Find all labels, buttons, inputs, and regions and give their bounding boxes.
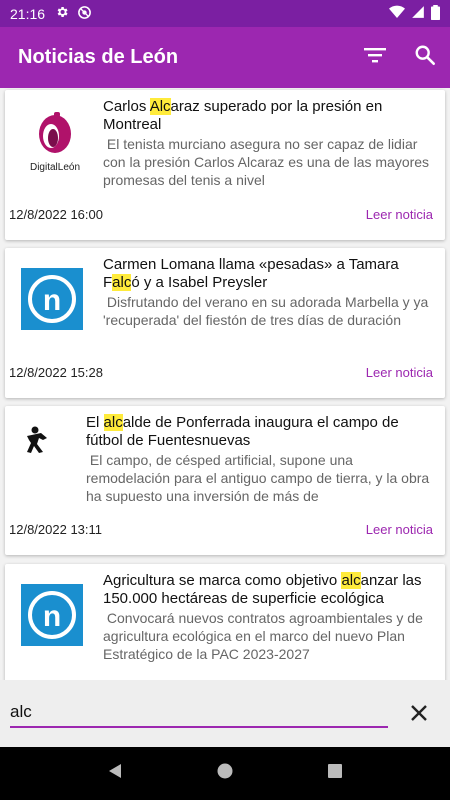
back-button[interactable]	[95, 754, 135, 794]
search-highlight: alc	[341, 572, 361, 589]
search-highlight: alc	[112, 274, 132, 291]
source-logo-text: n	[43, 284, 61, 317]
news-title: Carmen Lomana llama «pesadas» a Tamara F…	[103, 256, 399, 291]
news-description: Convocará nuevos contratos agroambiental…	[103, 610, 423, 662]
source-logo-n: n	[21, 584, 83, 646]
filter-button[interactable]	[350, 33, 400, 83]
read-news-link[interactable]: Leer noticia	[366, 207, 433, 222]
home-button[interactable]	[205, 754, 245, 794]
news-title: El alcalde de Ponferrada inaugura el cam…	[86, 414, 399, 449]
recents-icon	[327, 763, 343, 784]
news-date: 12/8/2022 15:28	[9, 365, 103, 380]
data-saver-icon	[77, 5, 92, 23]
search-button[interactable]	[400, 33, 450, 83]
source-logo-text: n	[43, 600, 61, 633]
news-list[interactable]: DigitalLeón Carlos Alcaraz superado por …	[0, 88, 450, 680]
news-description: El tenista murciano asegura no ser capaz…	[103, 136, 430, 188]
news-card[interactable]: El alcalde de Ponferrada inaugura el cam…	[5, 406, 445, 555]
search-highlight: Alc	[149, 98, 171, 115]
source-logo-figure	[17, 420, 57, 460]
source-logo-n: n	[21, 268, 83, 330]
gear-icon	[55, 5, 69, 22]
search-highlight: alc	[103, 414, 123, 431]
home-icon	[216, 762, 234, 785]
source-logo-text: DigitalLeón	[30, 162, 80, 173]
status-bar: 21:16	[0, 0, 450, 27]
search-icon	[414, 44, 436, 71]
news-title: Agricultura se marca como objetivo alcan…	[103, 572, 422, 607]
news-card[interactable]: n Carmen Lomana llama «pesadas» a Tamara…	[5, 248, 445, 398]
clear-search-button[interactable]	[406, 702, 432, 728]
wifi-icon	[389, 5, 405, 22]
signal-icon	[411, 5, 425, 22]
news-card[interactable]: n Agricultura se marca como objetivo alc…	[5, 564, 445, 680]
news-date: 12/8/2022 13:11	[9, 522, 103, 537]
news-description: El campo, de césped artificial, supone u…	[86, 452, 430, 504]
back-icon	[106, 762, 124, 785]
news-date: 12/8/2022 16:00	[9, 207, 103, 222]
news-card[interactable]: DigitalLeón Carlos Alcaraz superado por …	[5, 90, 445, 240]
read-news-link[interactable]: Leer noticia	[366, 522, 433, 537]
recents-button[interactable]	[315, 754, 355, 794]
search-input[interactable]	[10, 698, 388, 728]
app-title: Noticias de León	[18, 46, 179, 68]
news-description: Disfrutando del verano en su adorada Mar…	[103, 294, 429, 328]
system-nav-bar	[0, 747, 450, 800]
source-logo-digitalleon: DigitalLeón	[21, 108, 89, 176]
search-panel	[0, 680, 450, 747]
battery-icon	[431, 4, 440, 23]
filter-icon	[364, 47, 386, 68]
status-time: 21:16	[10, 5, 46, 22]
app-bar: Noticias de León	[0, 27, 450, 88]
close-icon	[410, 704, 428, 727]
read-news-link[interactable]: Leer noticia	[366, 365, 433, 380]
news-title: Carlos Alcaraz superado por la presión e…	[103, 98, 383, 133]
